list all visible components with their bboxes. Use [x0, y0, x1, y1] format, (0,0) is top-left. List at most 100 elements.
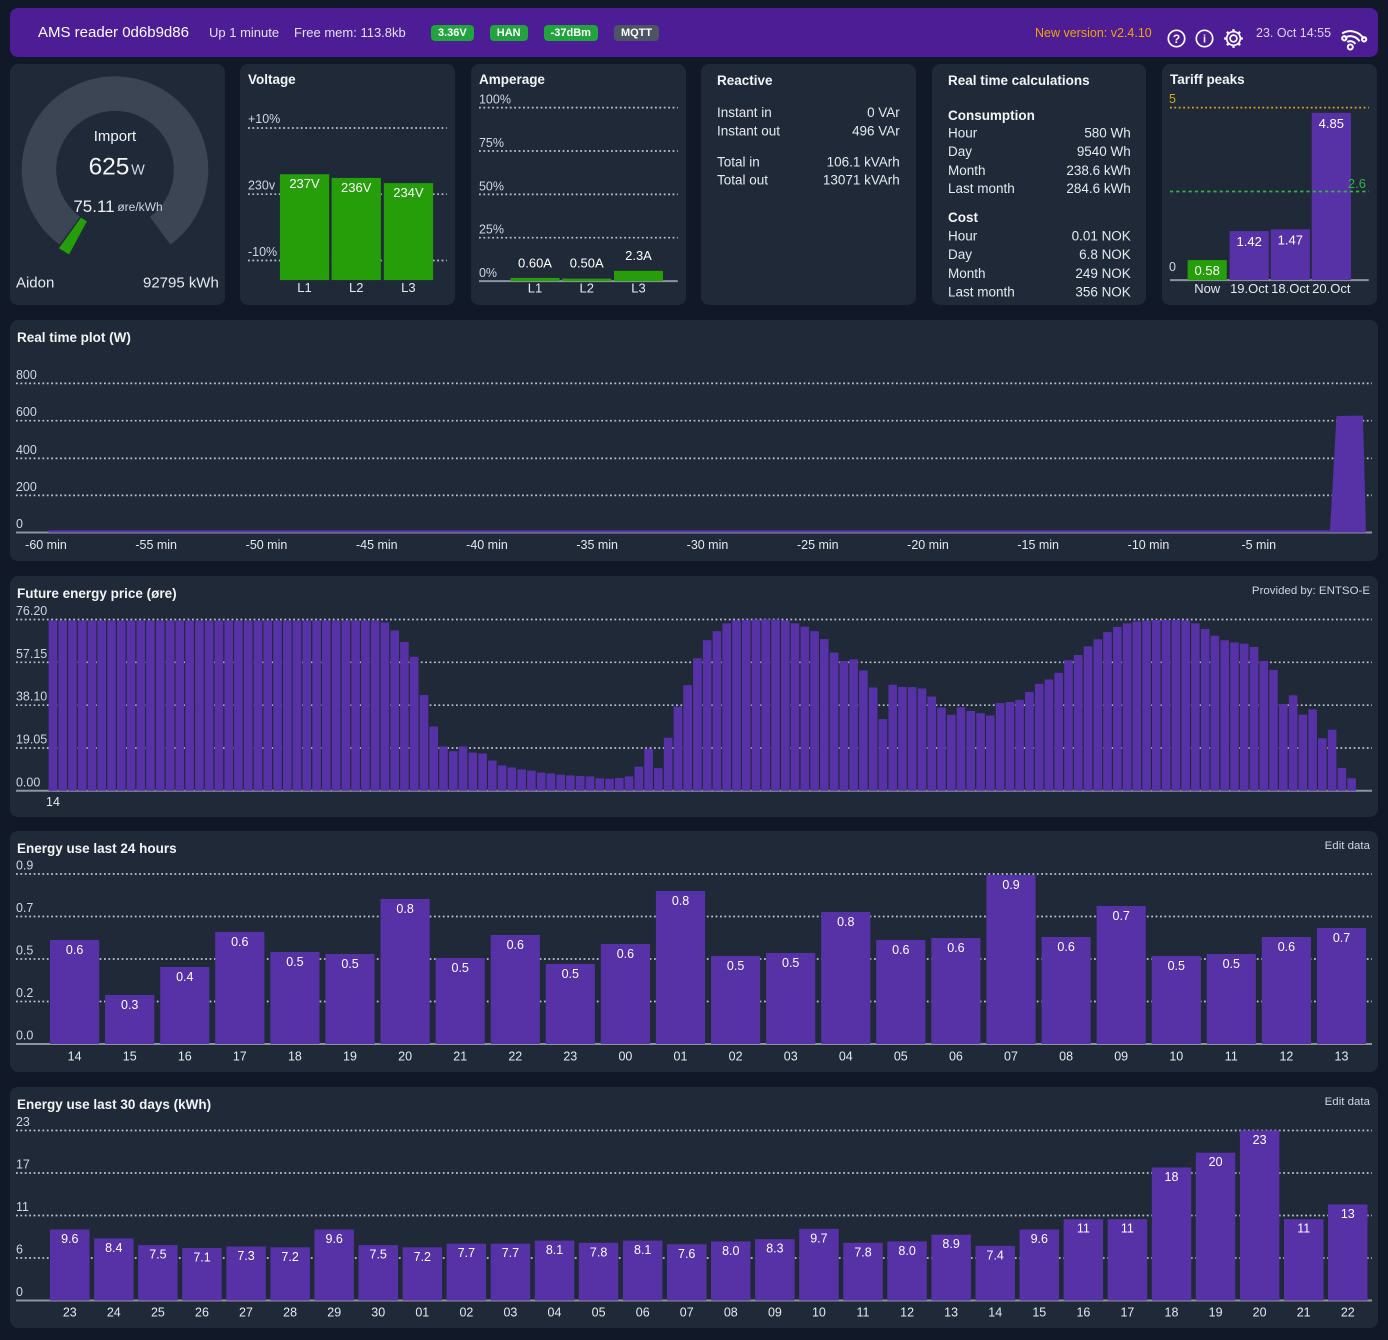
svg-text:Month: Month [948, 163, 985, 178]
svg-text:22: 22 [508, 1049, 522, 1063]
svg-text:11: 11 [1225, 1049, 1238, 1063]
svg-text:0.8: 0.8 [837, 915, 854, 929]
svg-text:7.2: 7.2 [281, 1249, 298, 1263]
svg-text:6.8 NOK: 6.8 NOK [1079, 247, 1131, 262]
svg-text:-10%: -10% [248, 245, 277, 259]
svg-text:284.6 kWh: 284.6 kWh [1066, 181, 1130, 196]
svg-text:12: 12 [1279, 1049, 1293, 1063]
svg-text:0.5: 0.5 [286, 955, 303, 969]
svg-text:09: 09 [768, 1305, 782, 1319]
svg-text:21: 21 [1297, 1305, 1311, 1319]
svg-text:200: 200 [16, 480, 37, 494]
svg-text:106.1 kVArh: 106.1 kVArh [827, 155, 900, 170]
svg-text:38.10: 38.10 [16, 689, 47, 703]
svg-text:09: 09 [1114, 1049, 1128, 1063]
svg-text:-5 min: -5 min [1241, 538, 1276, 552]
svg-text:Hour: Hour [948, 126, 978, 141]
svg-text:i: i [1203, 34, 1206, 46]
svg-text:19.05: 19.05 [16, 732, 47, 746]
svg-text:12: 12 [900, 1305, 914, 1319]
svg-text:400: 400 [16, 443, 37, 457]
svg-text:17: 17 [16, 1157, 30, 1171]
svg-text:18.Oct: 18.Oct [1271, 281, 1310, 296]
svg-text:7.8: 7.8 [854, 1245, 871, 1259]
svg-text:06: 06 [636, 1305, 650, 1319]
svg-text:-50 min: -50 min [246, 538, 288, 552]
svg-text:25: 25 [151, 1305, 165, 1319]
svg-text:14: 14 [68, 1049, 82, 1063]
svg-text:7.8: 7.8 [590, 1245, 607, 1259]
svg-text:0.6: 0.6 [1278, 940, 1295, 954]
svg-text:0.5: 0.5 [341, 957, 358, 971]
svg-text:0.2: 0.2 [16, 986, 33, 1000]
svg-text:9.6: 9.6 [326, 1231, 343, 1245]
svg-text:?: ? [1173, 32, 1180, 46]
svg-text:800: 800 [16, 368, 37, 382]
svg-text:23: 23 [1253, 1133, 1267, 1147]
svg-text:Last month: Last month [948, 181, 1015, 196]
svg-text:L1: L1 [528, 280, 542, 295]
svg-text:7.7: 7.7 [502, 1246, 519, 1260]
svg-text:10: 10 [1169, 1049, 1183, 1063]
svg-text:23: 23 [16, 1115, 30, 1129]
svg-text:L1: L1 [298, 280, 312, 295]
svg-text:L3: L3 [631, 280, 645, 295]
svg-text:0: 0 [1169, 260, 1176, 274]
svg-text:30: 30 [371, 1305, 385, 1319]
svg-text:0.00: 0.00 [16, 775, 40, 789]
svg-text:8.4: 8.4 [105, 1240, 122, 1254]
svg-text:06: 06 [949, 1049, 963, 1063]
svg-text:13: 13 [1341, 1206, 1355, 1220]
svg-text:7.1: 7.1 [193, 1250, 210, 1264]
svg-text:16: 16 [178, 1049, 192, 1063]
svg-text:7.3: 7.3 [237, 1248, 254, 1262]
svg-text:8.0: 8.0 [898, 1243, 915, 1257]
svg-text:11: 11 [1121, 1221, 1134, 1235]
svg-text:Future energy price (øre): Future energy price (øre) [17, 586, 177, 601]
svg-text:Edit data: Edit data [1325, 840, 1371, 852]
svg-text:0.7: 0.7 [1333, 931, 1350, 945]
svg-text:øre/kWh: øre/kWh [117, 200, 162, 214]
svg-text:0.8: 0.8 [672, 894, 689, 908]
svg-text:7.4: 7.4 [987, 1248, 1004, 1262]
svg-text:25%: 25% [479, 223, 504, 237]
svg-text:7.5: 7.5 [149, 1247, 166, 1261]
svg-text:-60 min: -60 min [25, 538, 67, 552]
svg-text:8.3: 8.3 [766, 1241, 783, 1255]
svg-text:19.Oct: 19.Oct [1230, 281, 1269, 296]
svg-text:92795 kWh: 92795 kWh [143, 274, 219, 291]
svg-text:75.11: 75.11 [73, 197, 114, 216]
svg-text:23: 23 [563, 1049, 577, 1063]
svg-text:0.01 NOK: 0.01 NOK [1071, 228, 1130, 243]
svg-text:249 NOK: 249 NOK [1075, 266, 1130, 281]
svg-text:-35 min: -35 min [576, 538, 618, 552]
svg-text:05: 05 [894, 1049, 908, 1063]
svg-text:07: 07 [680, 1305, 694, 1319]
svg-text:0.6: 0.6 [507, 938, 524, 952]
svg-text:0: 0 [16, 1284, 23, 1298]
svg-text:0 VAr: 0 VAr [867, 105, 900, 120]
svg-text:0.5: 0.5 [452, 961, 469, 975]
svg-text:2.6: 2.6 [1348, 176, 1366, 191]
svg-text:29: 29 [327, 1305, 341, 1319]
svg-text:100%: 100% [479, 93, 511, 107]
svg-text:Consumption: Consumption [948, 108, 1035, 123]
svg-text:00: 00 [618, 1049, 632, 1063]
svg-text:580 Wh: 580 Wh [1084, 126, 1130, 141]
svg-text:0.5: 0.5 [1223, 957, 1240, 971]
svg-text:7.2: 7.2 [414, 1249, 431, 1263]
svg-text:6: 6 [16, 1242, 23, 1256]
svg-text:0.9: 0.9 [16, 859, 33, 873]
svg-text:23: 23 [63, 1305, 77, 1319]
svg-text:8.1: 8.1 [634, 1243, 651, 1257]
svg-text:496 VAr: 496 VAr [852, 124, 900, 139]
svg-text:0.6: 0.6 [231, 935, 248, 949]
svg-text:08: 08 [724, 1305, 738, 1319]
svg-text:13071 kVArh: 13071 kVArh [823, 173, 900, 188]
svg-text:Month: Month [948, 266, 985, 281]
svg-text:L3: L3 [402, 280, 416, 295]
svg-text:03: 03 [503, 1305, 517, 1319]
svg-text:04: 04 [839, 1049, 853, 1063]
svg-text:9540 Wh: 9540 Wh [1076, 144, 1130, 159]
svg-text:0.5: 0.5 [727, 959, 744, 973]
